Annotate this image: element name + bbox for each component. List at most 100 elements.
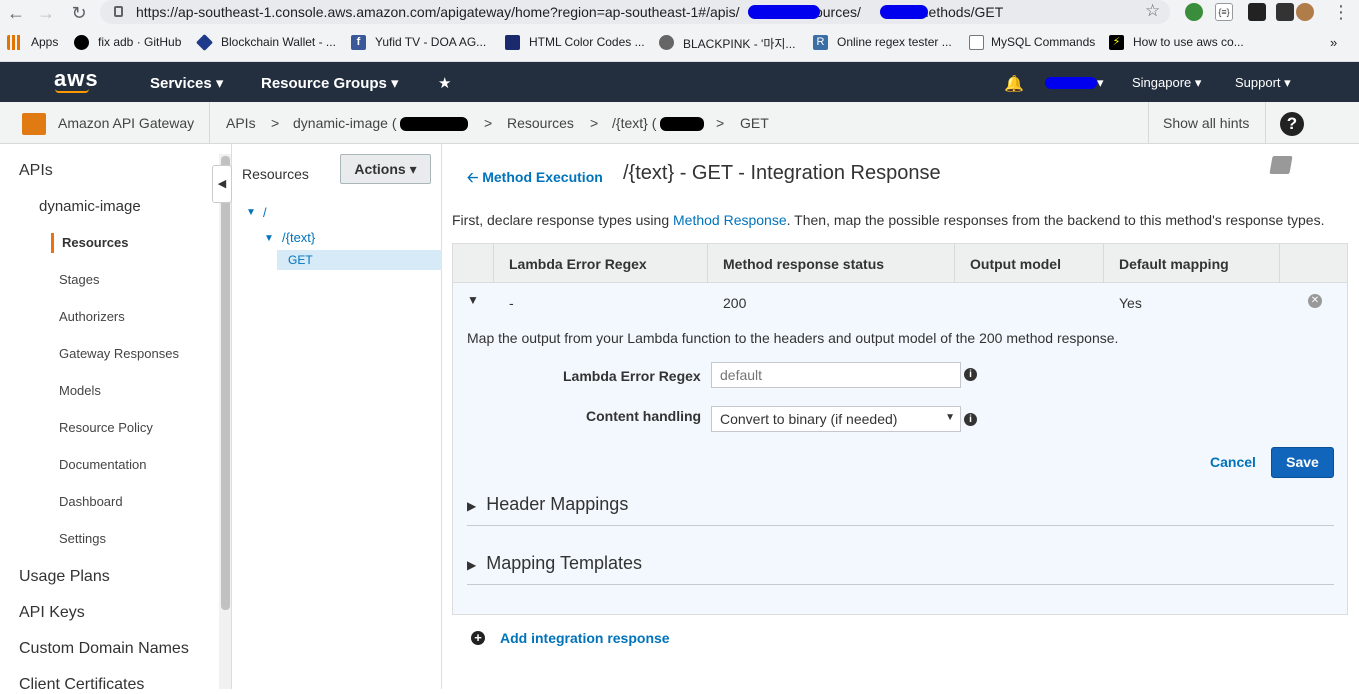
column-header[interactable]: Default mapping — [1119, 256, 1229, 272]
sidebar-item-apis[interactable]: APIs — [19, 162, 53, 180]
sidebar-item-gateway-responses[interactable]: Gateway Responses — [59, 346, 179, 361]
sidebar-item-api-keys[interactable]: API Keys — [19, 604, 85, 622]
sidebar-item-models[interactable]: Models — [59, 383, 101, 398]
mapping-templates-toggle[interactable]: ▶ Mapping Templates — [467, 553, 642, 574]
integration-response-table: Lambda Error Regex Method response statu… — [452, 243, 1348, 321]
sidebar-item-dashboard[interactable]: Dashboard — [59, 494, 123, 509]
sidebar-item-stages[interactable]: Stages — [59, 272, 99, 287]
collapse-row-icon[interactable]: ▼ — [467, 293, 479, 307]
blockchain-icon — [196, 34, 213, 51]
info-icon[interactable]: i — [964, 368, 977, 381]
bookmark-aws-cli[interactable]: How to use aws co... — [1133, 35, 1244, 49]
actions-button[interactable]: Actions ▾ — [340, 154, 431, 184]
redaction-mark — [400, 117, 468, 131]
sidebar-item-custom-domains[interactable]: Custom Domain Names — [19, 640, 189, 658]
page-icon — [969, 35, 984, 50]
region-menu[interactable]: Singapore ▾ — [1132, 75, 1201, 91]
lock-icon — [114, 6, 123, 17]
bookmark-yufid[interactable]: Yufid TV - DOA AG... — [375, 35, 486, 49]
tree-title: Resources — [242, 166, 309, 182]
column-header[interactable]: Output model — [970, 256, 1061, 272]
table-header: Lambda Error Regex Method response statu… — [452, 243, 1348, 284]
services-menu[interactable]: Services ▾ — [150, 74, 223, 92]
bookmark-blockchain[interactable]: Blockchain Wallet - ... — [221, 35, 336, 49]
bookmark-blackpink[interactable]: BLACKPINK - '마지... — [683, 35, 795, 52]
crumb-api-name[interactable]: dynamic-image ( — [293, 115, 396, 131]
bookmark-fix-adb[interactable]: fix adb · GitHub — [98, 35, 181, 49]
blackpink-icon — [659, 35, 674, 50]
crumb-apis[interactable]: APIs — [226, 115, 256, 131]
account-dropdown-icon[interactable]: ▾ — [1097, 75, 1104, 91]
tree-root[interactable]: / — [263, 205, 267, 220]
more-bookmarks-icon[interactable]: » — [1330, 35, 1337, 50]
column-header[interactable]: Method response status — [723, 256, 884, 272]
info-icon[interactable]: i — [964, 413, 977, 426]
save-button[interactable]: Save — [1271, 447, 1334, 478]
sidebar-item-resources[interactable]: Resources — [62, 235, 128, 250]
sidebar-item-resource-policy[interactable]: Resource Policy — [59, 420, 153, 435]
header-mappings-toggle[interactable]: ▶ Header Mappings — [467, 494, 628, 515]
show-hints-button[interactable]: Show all hints — [1163, 115, 1249, 131]
lightning-icon: ⚡ — [1109, 35, 1124, 50]
scrollbar-thumb[interactable] — [221, 156, 230, 610]
content-handling-label: Content handling — [586, 408, 702, 424]
extension-globe-icon[interactable] — [1185, 3, 1203, 21]
forward-arrow-icon[interactable]: → — [35, 2, 57, 24]
profile-avatar[interactable] — [1296, 3, 1314, 21]
tree-resource[interactable]: /{text} — [282, 230, 315, 245]
chevron-down-icon[interactable]: ▼ — [246, 207, 256, 218]
address-bar[interactable]: https://ap-southeast-1.console.aws.amazo… — [100, 0, 1170, 24]
sidebar-item-authorizers[interactable]: Authorizers — [59, 309, 125, 324]
sidebar-api-name[interactable]: dynamic-image — [39, 198, 141, 215]
cancel-button[interactable]: Cancel — [1210, 454, 1256, 470]
method-execution-link[interactable]: 🡠 Method Execution — [467, 167, 603, 191]
sidebar-item-settings[interactable]: Settings — [59, 531, 106, 546]
facebook-icon: f — [351, 35, 366, 50]
delete-response-icon[interactable]: ✕ — [1308, 294, 1322, 308]
extension-react-icon[interactable] — [1248, 3, 1266, 21]
chrome-menu-icon[interactable]: ⋮ — [1332, 2, 1350, 23]
add-icon[interactable]: + — [471, 631, 485, 645]
service-name[interactable]: Amazon API Gateway — [58, 115, 194, 131]
extension-json-icon[interactable]: {≡} — [1215, 3, 1233, 21]
regex-icon: R — [813, 35, 828, 50]
extension-qr-icon[interactable] — [1276, 3, 1294, 21]
regex-input[interactable] — [711, 362, 961, 388]
help-icon[interactable]: ? — [1280, 112, 1304, 136]
bookmark-html-color[interactable]: HTML Color Codes ... — [529, 35, 645, 49]
add-integration-response-link[interactable]: Add integration response — [500, 630, 670, 646]
html-color-icon — [505, 35, 520, 50]
resource-groups-menu[interactable]: Resource Groups ▾ — [261, 74, 399, 92]
crumb-resources[interactable]: Resources — [507, 115, 574, 131]
page-title: /{text} - GET - Integration Response — [623, 162, 941, 184]
row-default: Yes — [1119, 295, 1142, 311]
aws-top-nav: aws Services ▾ Resource Groups ▾ ★ 🔔 ▾ S… — [0, 62, 1359, 102]
breadcrumb: Amazon API Gateway APIs > dynamic-image … — [0, 102, 1359, 144]
resource-tree-panel: Resources ▼ / ▼ /{text} GET — [232, 144, 442, 689]
support-menu[interactable]: Support ▾ — [1235, 75, 1291, 91]
sidebar-item-client-certificates[interactable]: Client Certificates — [19, 676, 144, 694]
bookmark-mysql[interactable]: MySQL Commands — [991, 35, 1095, 49]
collapse-sidebar-icon[interactable]: ◀ — [212, 165, 232, 203]
method-response-link[interactable]: Method Response — [673, 212, 787, 228]
table-row[interactable]: ▼ - 200 Yes ✕ — [452, 283, 1348, 321]
bookmark-apps[interactable]: Apps — [31, 35, 58, 49]
bell-icon[interactable]: 🔔 — [1004, 74, 1024, 94]
bookmark-star-icon[interactable]: ☆ — [1145, 1, 1160, 21]
crumb-method[interactable]: GET — [740, 115, 769, 131]
redaction-mark — [748, 5, 820, 19]
sidebar-item-documentation[interactable]: Documentation — [59, 457, 146, 472]
redaction-mark — [880, 5, 928, 19]
pin-icon[interactable]: ★ — [438, 74, 451, 92]
account-redaction — [1045, 77, 1097, 89]
column-header[interactable]: Lambda Error Regex — [509, 256, 647, 272]
aws-smile-icon — [55, 89, 89, 93]
crumb-resource[interactable]: /{text} ( — [612, 115, 656, 131]
book-icon[interactable] — [1269, 156, 1293, 174]
back-arrow-icon[interactable]: ← — [5, 2, 27, 24]
sidebar-item-usage-plans[interactable]: Usage Plans — [19, 568, 110, 586]
reload-icon[interactable]: ↻ — [68, 2, 90, 24]
content-handling-select[interactable]: Convert to binary (if needed) ▼ — [711, 406, 961, 432]
bookmark-regex[interactable]: Online regex tester ... — [837, 35, 952, 49]
chevron-down-icon[interactable]: ▼ — [264, 233, 274, 244]
